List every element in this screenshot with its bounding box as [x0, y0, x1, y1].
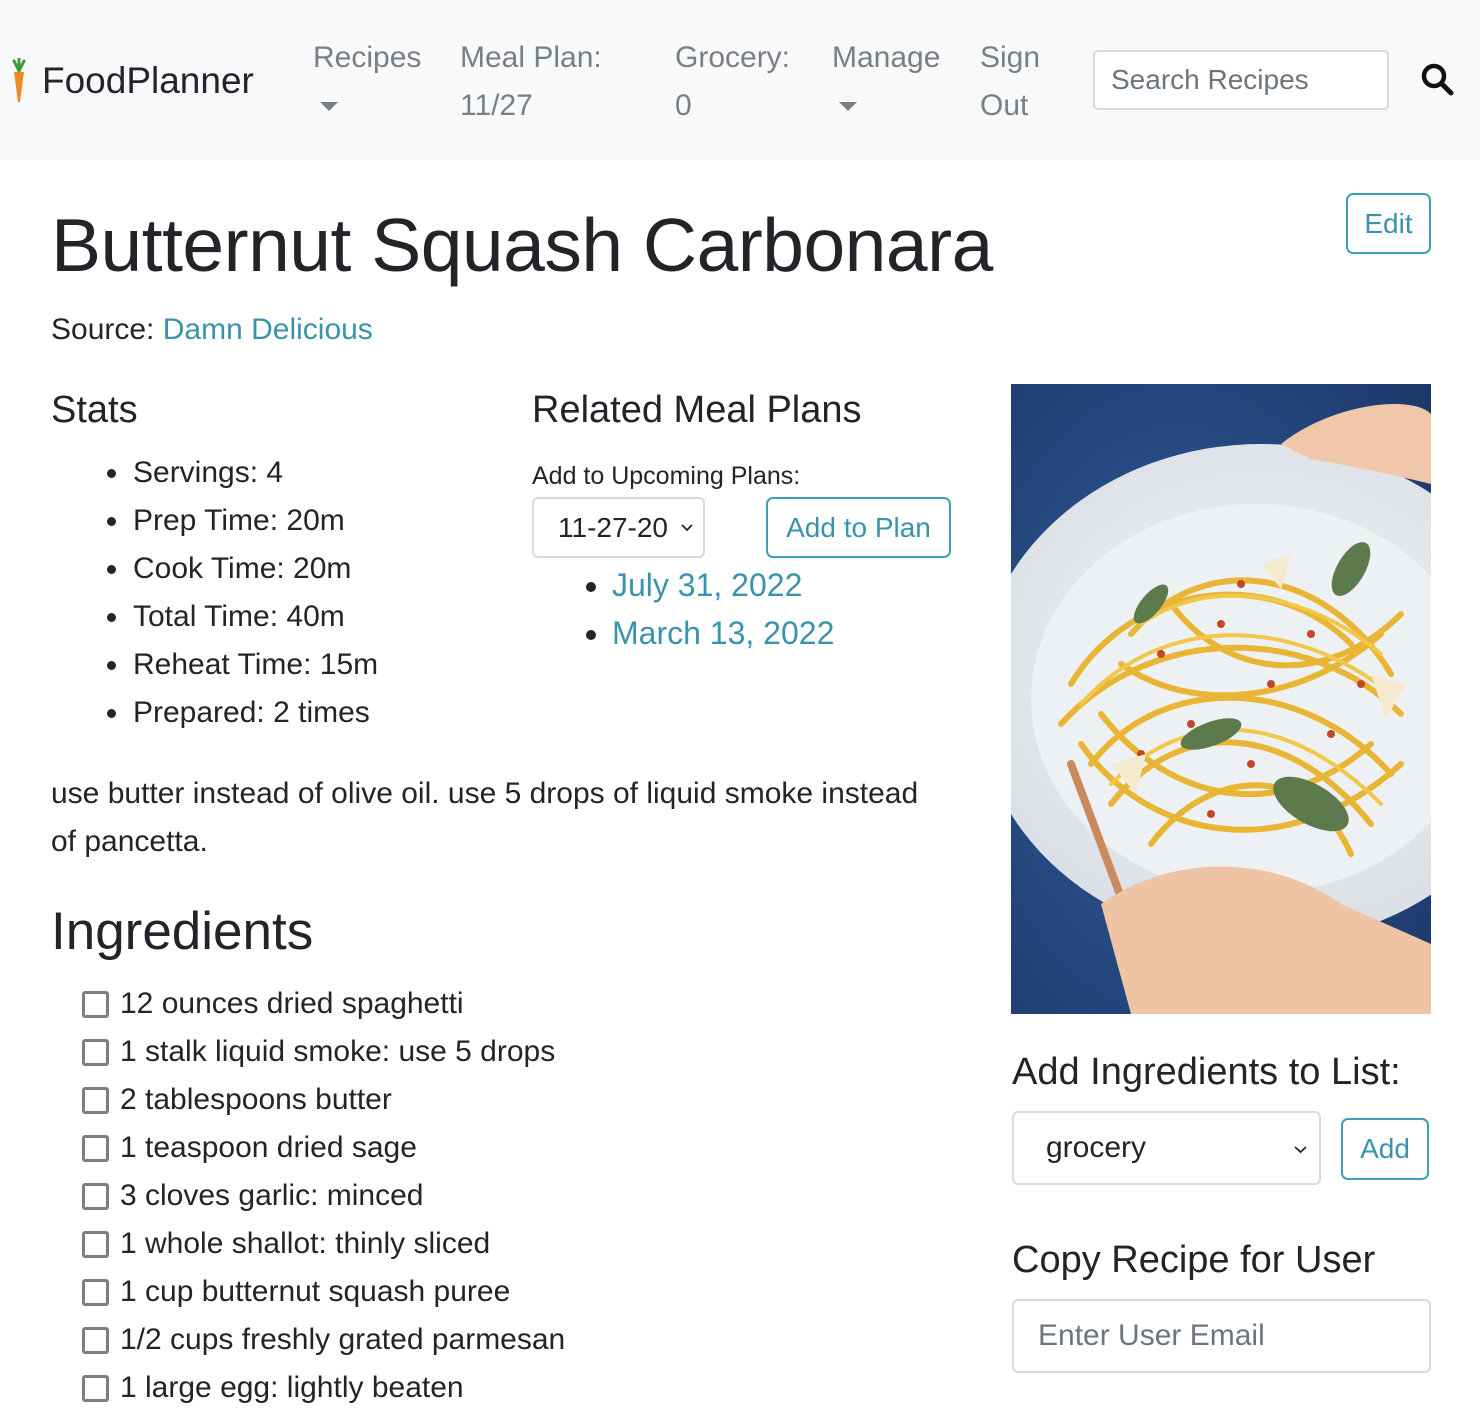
- caret-down-icon: [839, 102, 857, 111]
- nav-meal-plan-link[interactable]: Meal Plan: 11/27: [460, 34, 602, 130]
- source-label: Source:: [51, 313, 155, 346]
- ingredient-item: 3 cloves garlic: minced: [82, 1172, 565, 1220]
- ingredient-item: 2 tablespoons butter: [82, 1076, 565, 1124]
- ingredient-label: 3 cloves garlic: minced: [120, 1179, 424, 1212]
- related-meal-plans-heading: Related Meal Plans: [532, 389, 862, 431]
- brand-name: FoodPlanner: [42, 60, 254, 101]
- ingredients-heading: Ingredients: [51, 902, 314, 961]
- ingredient-label: 1 teaspoon dried sage: [120, 1131, 417, 1164]
- ingredient-item: 12 ounces dried spaghetti: [82, 980, 565, 1028]
- ingredient-label: 1 cup butternut squash puree: [120, 1275, 511, 1308]
- stats-list: Servings: 4 Prep Time: 20m Cook Time: 20…: [131, 449, 378, 737]
- search-input[interactable]: [1093, 50, 1389, 110]
- ingredient-checkbox[interactable]: [82, 1326, 109, 1354]
- ingredient-label: 1 large egg: lightly beaten: [120, 1371, 464, 1404]
- ingredient-item: 1 whole shallot: thinly sliced: [82, 1220, 565, 1268]
- ingredient-label: 12 ounces dried spaghetti: [120, 987, 464, 1020]
- related-plan-link[interactable]: March 13, 2022: [612, 615, 834, 651]
- recipe-title: Butternut Squash Carbonara: [51, 203, 993, 287]
- stat-reheat-time: Reheat Time: 15m: [131, 641, 378, 689]
- ingredient-checkbox[interactable]: [82, 1038, 109, 1066]
- nav-manage-label: Manage: [832, 41, 941, 74]
- add-ingredients-heading: Add Ingredients to List:: [1012, 1051, 1401, 1093]
- ingredient-checkbox[interactable]: [82, 1182, 109, 1210]
- nav-meal-plan-label: Meal Plan:: [460, 41, 602, 74]
- list-select[interactable]: grocery: [1012, 1111, 1321, 1185]
- upcoming-plan-select[interactable]: 11-27-20: [532, 497, 705, 558]
- ingredient-checkbox[interactable]: [82, 1134, 109, 1162]
- ingredient-item: 1/2 cups freshly grated parmesan: [82, 1316, 565, 1364]
- add-to-list-button[interactable]: Add: [1341, 1118, 1429, 1180]
- ingredient-checkbox[interactable]: [82, 1374, 109, 1402]
- stat-servings: Servings: 4: [131, 449, 378, 497]
- brand-link[interactable]: FoodPlanner: [8, 58, 254, 104]
- chevron-down-icon: [681, 524, 693, 532]
- nav-manage-dropdown[interactable]: Manage: [832, 34, 940, 111]
- ingredient-label: 1/2 cups freshly grated parmesan: [120, 1323, 566, 1356]
- ingredient-label: 1 stalk liquid smoke: use 5 drops: [120, 1035, 556, 1068]
- ingredient-item: 1 cup butternut squash puree: [82, 1268, 565, 1316]
- related-plan-item: March 13, 2022: [612, 609, 834, 657]
- search-icon[interactable]: [1418, 60, 1458, 100]
- ingredient-item: 1 stalk liquid smoke: use 5 drops: [82, 1028, 565, 1076]
- nav-sign-out-line2: Out: [980, 89, 1029, 122]
- stat-cook-time: Cook Time: 20m: [131, 545, 378, 593]
- nav-grocery-link[interactable]: Grocery: 0: [675, 34, 790, 130]
- upcoming-plans-label: Add to Upcoming Plans:: [532, 462, 801, 490]
- carrot-icon: [12, 58, 26, 102]
- upcoming-plan-selected: 11-27-20: [558, 512, 669, 543]
- caret-down-icon: [320, 102, 338, 111]
- ingredients-list: 12 ounces dried spaghetti 1 stalk liquid…: [82, 980, 565, 1412]
- nav-meal-plan-date: 11/27: [460, 89, 533, 122]
- chevron-down-icon: [1294, 1146, 1307, 1154]
- nav-grocery-label: Grocery:: [675, 41, 791, 74]
- stat-total-time: Total Time: 40m: [131, 593, 378, 641]
- stat-prep-time: Prep Time: 20m: [131, 497, 378, 545]
- ingredient-checkbox[interactable]: [82, 1086, 109, 1114]
- nav-recipes-dropdown[interactable]: Recipes: [313, 34, 421, 111]
- ingredient-checkbox[interactable]: [82, 990, 109, 1018]
- nav-sign-out-line1: Sign: [980, 41, 1041, 74]
- stats-heading: Stats: [51, 389, 138, 431]
- recipe-notes: use butter instead of olive oil. use 5 d…: [51, 777, 919, 858]
- ingredient-checkbox[interactable]: [82, 1230, 109, 1258]
- copy-recipe-heading: Copy Recipe for User: [1012, 1239, 1376, 1281]
- list-select-value: grocery: [1046, 1131, 1147, 1164]
- ingredient-checkbox[interactable]: [82, 1278, 109, 1306]
- add-to-plan-button[interactable]: Add to Plan: [766, 497, 951, 558]
- related-plan-item: July 31, 2022: [612, 561, 834, 609]
- nav-recipes-label: Recipes: [313, 41, 422, 74]
- edit-button[interactable]: Edit: [1346, 193, 1431, 254]
- nav-sign-out-link[interactable]: Sign Out: [980, 34, 1040, 130]
- ingredient-label: 2 tablespoons butter: [120, 1083, 392, 1116]
- recipe-source: Source: Damn Delicious: [51, 310, 373, 350]
- stat-prepared: Prepared: 2 times: [131, 689, 378, 737]
- source-link[interactable]: Damn Delicious: [163, 313, 373, 346]
- top-navbar: FoodPlanner Recipes Meal Plan: 11/27 Gro…: [0, 0, 1480, 160]
- ingredient-item: 1 teaspoon dried sage: [82, 1124, 565, 1172]
- ingredient-label: 1 whole shallot: thinly sliced: [120, 1227, 491, 1260]
- related-plan-link[interactable]: July 31, 2022: [612, 567, 802, 603]
- related-plans-list: July 31, 2022 March 13, 2022: [612, 561, 834, 657]
- recipe-photo: [1011, 384, 1431, 1014]
- user-email-input[interactable]: [1012, 1299, 1431, 1373]
- nav-grocery-count: 0: [675, 89, 692, 122]
- ingredient-item: 1 large egg: lightly beaten: [82, 1364, 565, 1412]
